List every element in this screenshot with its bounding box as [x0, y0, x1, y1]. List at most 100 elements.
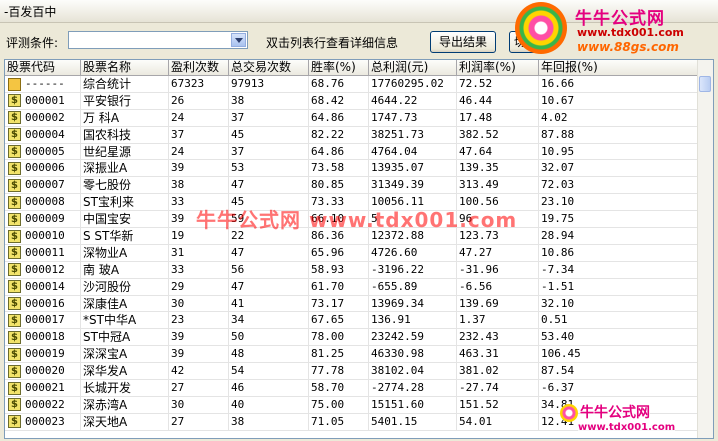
col-trades-header[interactable]: 总交易次数: [229, 60, 309, 76]
win-rate-cell: 73.58: [309, 160, 369, 178]
trades-cell: 38: [229, 92, 309, 110]
export-button[interactable]: 导出结果: [430, 31, 496, 53]
total-profit-cell: 5401.15: [369, 413, 457, 431]
folder-icon: [8, 77, 21, 91]
total-profit-cell: 13935.07: [369, 160, 457, 178]
stock-code-cell: $000005: [5, 143, 81, 161]
table-row[interactable]: $000005 世纪星源 24 37 64.86 4764.04 47.64 10.95: [5, 143, 699, 161]
dollar-icon: $: [8, 229, 21, 243]
dollar-icon: $: [8, 111, 21, 125]
table-row[interactable]: $000018 ST中冠A 39 50 78.00 23242.59 232.43 53.40: [5, 329, 699, 347]
profit-rate-cell: 381.02: [457, 363, 539, 381]
total-profit-cell: 46330.98: [369, 346, 457, 364]
total-profit-cell: 17760295.02: [369, 76, 457, 93]
table-header: 股票代码 股票名称 盈利次数 总交易次数 胜率(%) 总利润(元) 利润率(%) 年回报(%): [5, 60, 699, 76]
stock-code: 000002: [25, 110, 65, 124]
profit-rate-cell: -6.56: [457, 278, 539, 296]
wins-cell: 39: [169, 329, 229, 347]
stock-name-cell: 平安银行: [81, 92, 169, 110]
stock-name-cell: 深振业A: [81, 160, 169, 178]
window-title: -百发百中: [4, 5, 57, 19]
stock-code: 000014: [25, 279, 65, 293]
win-rate-cell: 68.76: [309, 76, 369, 93]
table-row[interactable]: $000011 深物业A 31 47 65.96 4726.60 47.27 10.86: [5, 244, 699, 262]
stock-code-cell: $000016: [5, 295, 81, 313]
total-profit-cell: -2774.28: [369, 380, 457, 397]
stock-name-cell: 万 科A: [81, 109, 169, 127]
scrollbar-thumb[interactable]: [699, 76, 711, 92]
table-row[interactable]: $000021 长城开发 27 46 58.70 -2774.28 -27.74 -6.37: [5, 380, 699, 397]
filter-label: 评测条件:: [6, 36, 59, 50]
annual-return-cell: 16.66: [539, 76, 699, 93]
vertical-scrollbar[interactable]: [697, 60, 713, 438]
table-row[interactable]: $000019 深深宝A 39 48 81.25 46330.98 463.31 106.45: [5, 346, 699, 364]
col-annual-return-header[interactable]: 年回报(%): [539, 60, 699, 76]
stock-code: 000005: [25, 144, 65, 158]
stock-name-cell: ST中冠A: [81, 329, 169, 347]
trades-cell: 47: [229, 177, 309, 195]
annual-return-cell: 53.40: [539, 329, 699, 347]
total-profit-cell: -3196.22: [369, 261, 457, 279]
table-row[interactable]: $000012 南 玻A 33 56 58.93 -3196.22 -31.96 -7.34: [5, 261, 699, 279]
filter-combobox[interactable]: [68, 31, 248, 49]
stock-code-cell: $000008: [5, 194, 81, 212]
trades-cell: 37: [229, 109, 309, 127]
profit-rate-cell: 463.31: [457, 346, 539, 364]
annual-return-cell: 4.02: [539, 109, 699, 127]
table-row[interactable]: ------ 综合统计 67323 97913 68.76 17760295.02 72.5…: [5, 76, 699, 93]
col-stock-name-header[interactable]: 股票名称: [81, 60, 169, 76]
total-profit-cell: -655.89: [369, 278, 457, 296]
wins-cell: 38: [169, 177, 229, 195]
watermark-center: 牛牛公式网 www.tdx001.com: [196, 208, 518, 232]
col-profit-rate-header[interactable]: 利润率(%): [457, 60, 539, 76]
stock-name-cell: 深赤湾A: [81, 396, 169, 414]
stock-name-cell: 国农科技: [81, 126, 169, 144]
stock-code-cell: $000023: [5, 413, 81, 431]
stock-name-cell: *ST中华A: [81, 312, 169, 330]
win-rate-cell: 73.17: [309, 295, 369, 313]
stock-code: 000007: [25, 178, 65, 192]
table-row[interactable]: $000001 平安银行 26 38 68.42 4644.22 46.44 10.67: [5, 92, 699, 110]
stock-code-cell: $000004: [5, 126, 81, 144]
win-rate-cell: 81.25: [309, 346, 369, 364]
stock-name-cell: 长城开发: [81, 380, 169, 397]
chevron-down-icon[interactable]: [231, 33, 246, 47]
trades-cell: 37: [229, 143, 309, 161]
wins-cell: 37: [169, 126, 229, 144]
results-table[interactable]: 股票代码 股票名称 盈利次数 总交易次数 胜率(%) 总利润(元) 利润率(%) 年回报(%)…: [4, 59, 714, 439]
dollar-icon: $: [8, 381, 21, 395]
stock-code-cell: $000017: [5, 312, 81, 330]
annual-return-cell: 10.67: [539, 92, 699, 110]
table-row[interactable]: $000004 国农科技 37 45 82.22 38251.73 382.52 87.88: [5, 126, 699, 144]
win-rate-cell: 67.65: [309, 312, 369, 330]
annual-return-cell: 10.86: [539, 244, 699, 262]
stock-code: 000004: [25, 127, 65, 141]
annual-return-cell: 0.51: [539, 312, 699, 330]
col-wins-header[interactable]: 盈利次数: [169, 60, 229, 76]
wins-cell: 31: [169, 244, 229, 262]
stock-code-cell: $000001: [5, 92, 81, 110]
table-row[interactable]: $000016 深康佳A 30 41 73.17 13969.34 139.69 32.10: [5, 295, 699, 313]
wins-cell: 26: [169, 92, 229, 110]
stock-name-cell: 深深宝A: [81, 346, 169, 364]
table-row[interactable]: $000007 零七股份 38 47 80.85 31349.39 313.49 72.03: [5, 177, 699, 195]
stock-name-cell: 深华发A: [81, 363, 169, 381]
table-row[interactable]: $000002 万 科A 24 37 64.86 1747.73 17.48 4.02: [5, 109, 699, 127]
watermark-corner-title: 牛牛公式网: [580, 402, 650, 422]
profit-rate-cell: 54.01: [457, 413, 539, 431]
stock-code: 000006: [25, 161, 65, 175]
stock-name-cell: 深天地A: [81, 413, 169, 431]
table-row[interactable]: $000017 *ST中华A 23 34 67.65 136.91 1.37 0.51: [5, 312, 699, 330]
dollar-icon: $: [8, 178, 21, 192]
col-win-rate-header[interactable]: 胜率(%): [309, 60, 369, 76]
table-row[interactable]: $000014 沙河股份 29 47 61.70 -655.89 -6.56 -1.51: [5, 278, 699, 296]
profit-rate-cell: 139.35: [457, 160, 539, 178]
col-stock-code-header[interactable]: 股票代码: [5, 60, 81, 76]
col-total-profit-header[interactable]: 总利润(元): [369, 60, 457, 76]
dollar-icon: $: [8, 212, 21, 226]
dollar-icon: $: [8, 347, 21, 361]
table-row[interactable]: $000006 深振业A 39 53 73.58 13935.07 139.35 32.07: [5, 160, 699, 178]
win-rate-cell: 64.86: [309, 143, 369, 161]
total-profit-cell: 38102.04: [369, 363, 457, 381]
table-row[interactable]: $000020 深华发A 42 54 77.78 38102.04 381.02 87.54: [5, 363, 699, 381]
